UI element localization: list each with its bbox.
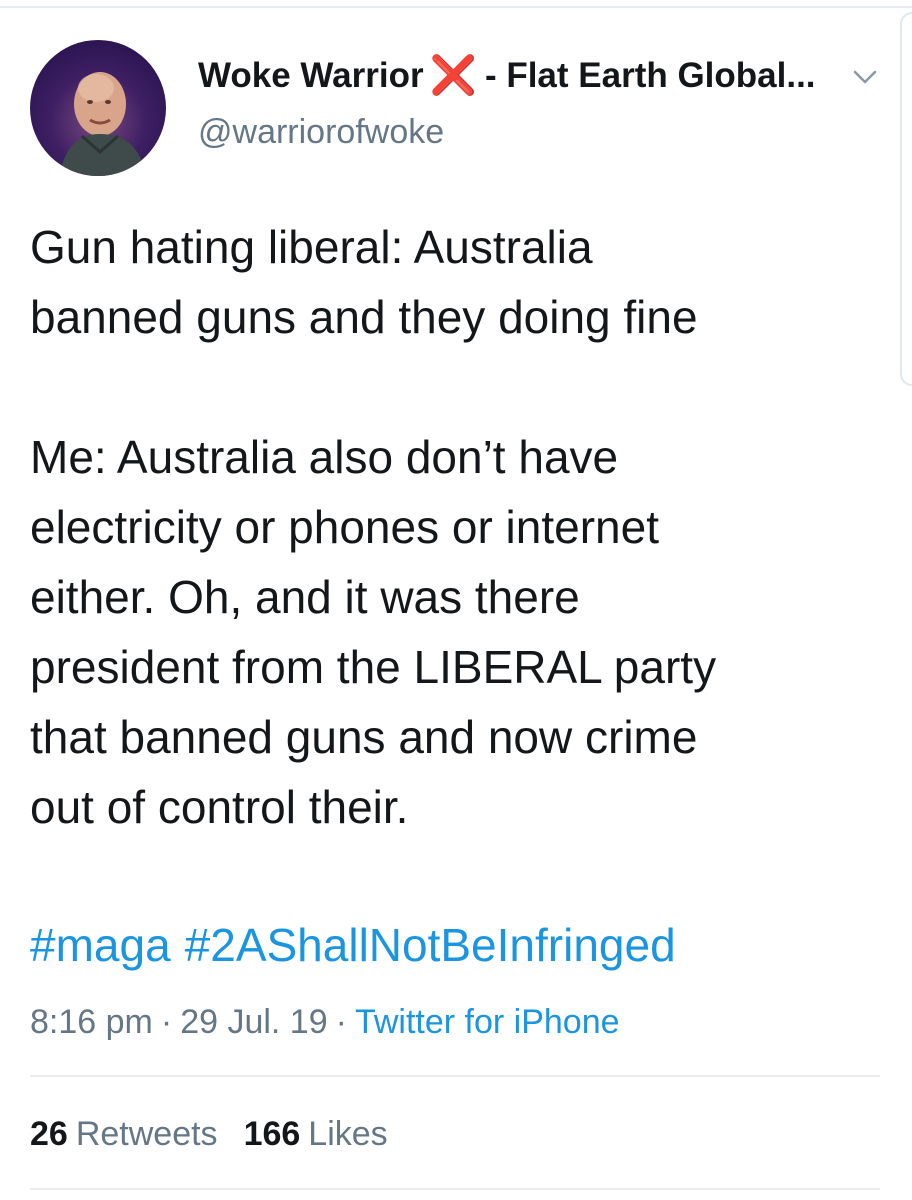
hashtag-link[interactable]: #maga — [30, 919, 171, 971]
display-name-suffix[interactable]: - Flat Earth Global... — [485, 54, 816, 98]
tweet-source-link[interactable]: Twitter for iPhone — [355, 1003, 620, 1041]
likes-count: 166 — [243, 1115, 301, 1153]
hashtag-link[interactable]: #2AShallNotBeInfringed — [185, 919, 676, 971]
tweet-date[interactable]: 29 Jul. 19 — [180, 1003, 327, 1041]
tweet-header: Woke Warrior ❌ - Flat Earth Global... @w… — [30, 40, 880, 180]
user-name-block[interactable]: Woke Warrior ❌ - Flat Earth Global... @w… — [198, 54, 838, 154]
meta-separator: · — [160, 1003, 173, 1041]
stats-divider — [30, 1075, 880, 1077]
user-handle[interactable]: @warriorofwoke — [198, 110, 838, 154]
retweets-count: 26 — [30, 1115, 68, 1153]
tweet-text: Gun hating liberal: Australia banned gun… — [30, 221, 717, 833]
chevron-down-icon[interactable] — [850, 62, 880, 92]
likes-stat[interactable]: 166 Likes — [244, 1115, 388, 1153]
top-divider — [0, 6, 912, 8]
display-name[interactable]: Woke Warrior ❌ - Flat Earth Global... — [198, 54, 838, 98]
retweets-label: Retweets — [75, 1115, 218, 1153]
hashtag-list: #maga #2AShallNotBeInfringed — [30, 910, 690, 980]
avatar[interactable] — [30, 40, 166, 176]
retweets-stat[interactable]: 26 Retweets — [30, 1115, 218, 1153]
meta-separator: · — [335, 1003, 347, 1041]
tweet-meta: 8:16 pm · 29 Jul. 19 · Twitter for iPhone — [30, 1000, 620, 1044]
tweet-stats: 26 Retweets 166 Likes — [30, 1112, 414, 1156]
bottom-divider — [30, 1188, 880, 1190]
profile-photo-icon — [60, 72, 146, 176]
likes-label: Likes — [308, 1115, 388, 1153]
tweet-time[interactable]: 8:16 pm — [30, 1003, 153, 1041]
cross-mark-icon: ❌ — [429, 55, 477, 97]
display-name-text[interactable]: Woke Warrior — [198, 54, 424, 98]
scrollbar-edge[interactable] — [900, 12, 912, 386]
